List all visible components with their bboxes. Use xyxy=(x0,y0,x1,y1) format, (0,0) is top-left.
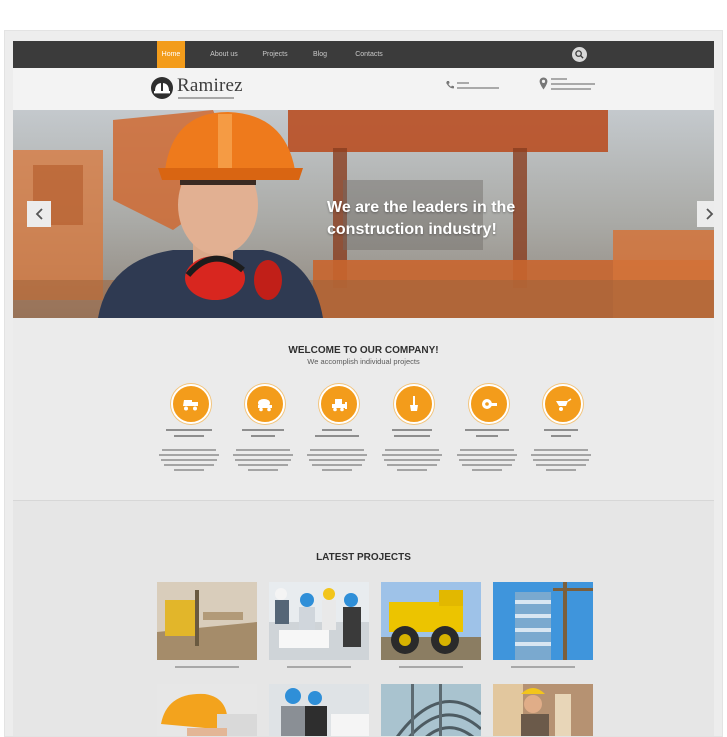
project-image xyxy=(381,582,481,660)
shovel-icon[interactable] xyxy=(394,384,434,424)
feature-title xyxy=(536,429,586,441)
top-navigation: Home About us Projects Blog Contacts xyxy=(13,41,714,68)
phone-details xyxy=(457,82,499,92)
project-thumbnail[interactable] xyxy=(269,582,369,660)
feature-description xyxy=(306,449,368,474)
phone-icon xyxy=(446,81,454,89)
nav-item-projects[interactable]: Projects xyxy=(258,41,292,68)
slider-prev-button[interactable] xyxy=(27,201,51,227)
welcome-title: WELCOME TO OUR COMPANY! xyxy=(288,345,439,356)
site-header: Ramirez xyxy=(13,68,714,110)
feature-description xyxy=(158,449,220,474)
hard-hat-icon xyxy=(151,77,173,99)
feature-description xyxy=(381,449,443,474)
feature-description xyxy=(456,449,518,474)
hero-slider: We are the leaders in the construction i… xyxy=(13,110,714,318)
cement-mixer-icon[interactable] xyxy=(245,384,285,424)
feature-title xyxy=(312,429,362,441)
project-caption xyxy=(157,666,257,668)
nav-item-about[interactable]: About us xyxy=(204,41,244,68)
project-thumbnail[interactable] xyxy=(493,684,593,736)
project-image xyxy=(381,684,481,736)
chevron-left-icon xyxy=(35,208,43,220)
project-image xyxy=(157,684,257,736)
project-image xyxy=(269,684,369,736)
project-image xyxy=(493,582,593,660)
map-pin-icon xyxy=(539,77,548,90)
project-thumbnail[interactable] xyxy=(493,582,593,660)
project-caption xyxy=(269,666,369,668)
latest-projects-section: LATEST PROJECTS xyxy=(13,500,714,736)
logo-tagline-line xyxy=(178,97,234,99)
feature-description xyxy=(530,449,592,474)
nav-item-home[interactable]: Home xyxy=(157,41,185,68)
project-image xyxy=(493,684,593,736)
project-thumbnail[interactable] xyxy=(157,582,257,660)
project-caption xyxy=(493,666,593,668)
project-image xyxy=(269,582,369,660)
slider-next-button[interactable] xyxy=(697,201,714,227)
project-thumbnail[interactable] xyxy=(269,684,369,736)
latest-projects-title: LATEST PROJECTS xyxy=(316,552,411,563)
welcome-subtitle: We accomplish individual projects xyxy=(307,357,420,366)
feature-description xyxy=(232,449,294,474)
website-preview-frame: Home About us Projects Blog Contacts Ram… xyxy=(4,30,723,737)
project-caption xyxy=(381,666,481,668)
hero-headline: We are the leaders in the construction i… xyxy=(327,197,587,241)
bulldozer-icon[interactable] xyxy=(319,384,359,424)
section-divider xyxy=(13,500,714,501)
feature-title xyxy=(462,429,512,441)
dump-truck-icon[interactable] xyxy=(171,384,211,424)
feature-title xyxy=(238,429,288,441)
project-image xyxy=(157,582,257,660)
concrete-mixer-icon[interactable] xyxy=(469,384,509,424)
logo-text[interactable]: Ramirez xyxy=(177,75,243,97)
hero-headline-line-2: construction industry! xyxy=(327,221,497,238)
search-icon[interactable] xyxy=(572,47,587,62)
feature-title xyxy=(387,429,437,441)
nav-item-contacts[interactable]: Contacts xyxy=(349,41,389,68)
welcome-section: WELCOME TO OUR COMPANY! We accomplish in… xyxy=(13,318,714,500)
nav-item-blog[interactable]: Blog xyxy=(309,41,331,68)
address-details xyxy=(551,78,595,93)
hero-headline-line-1: We are the leaders in the xyxy=(327,199,516,216)
project-thumbnail[interactable] xyxy=(157,684,257,736)
chevron-right-icon xyxy=(705,208,713,220)
feature-title xyxy=(164,429,214,441)
project-thumbnail[interactable] xyxy=(381,684,481,736)
wheelbarrow-icon[interactable] xyxy=(543,384,583,424)
project-thumbnail[interactable] xyxy=(381,582,481,660)
